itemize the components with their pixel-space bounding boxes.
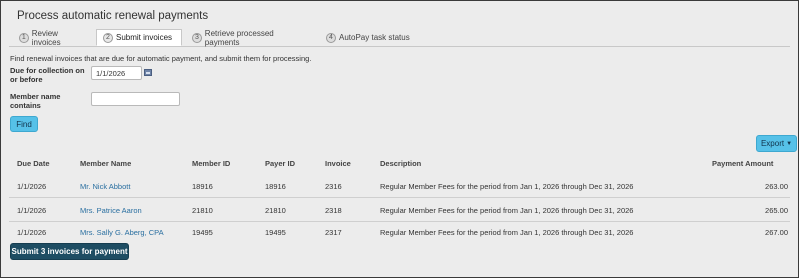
submit-button-label: Submit 3 invoices for payment (11, 247, 128, 256)
column-header-invoice: Invoice (325, 159, 351, 168)
member-name-label-line1: Member name (10, 92, 61, 101)
tab-label: Retrieve processed payments (204, 28, 274, 47)
find-button[interactable]: Find (10, 116, 38, 132)
column-header-payer-id: Payer ID (265, 159, 296, 168)
due-date-cell: 1/1/2026 (17, 182, 47, 191)
step-number-badge: 1 (19, 32, 29, 43)
due-date-cell: 1/1/2026 (17, 228, 47, 237)
description-cell: Regular Member Fees for the period from … (380, 228, 634, 237)
member-id-cell: 18916 (192, 182, 213, 191)
table-row: 1/1/2026 Mr. Nick Abbott 18916 18916 231… (9, 174, 790, 198)
step-number-badge: 2 (103, 32, 113, 43)
payment-amount-cell: 265.00 (765, 206, 788, 215)
tab-review-invoices[interactable]: 1 Review invoices (13, 28, 93, 47)
page-frame: Process automatic renewal payments 1 Rev… (0, 0, 799, 278)
table-row: 1/1/2026 Mrs. Patrice Aaron 21810 21810 … (9, 198, 790, 222)
due-date-label-line2: or before (10, 75, 43, 84)
member-name-link[interactable]: Mrs. Patrice Aaron (80, 206, 142, 215)
invoice-cell: 2317 (325, 228, 342, 237)
tab-label: Submit invoices (116, 33, 173, 42)
member-name-input[interactable] (91, 92, 180, 106)
payment-amount-cell: 267.00 (765, 228, 788, 237)
calendar-icon[interactable] (144, 69, 152, 76)
tab-bar: 1 Review invoices 2 Submit invoices 3 Re… (9, 29, 790, 47)
tab-label: AutoPay task status (339, 33, 410, 42)
step-number-badge: 4 (326, 32, 336, 43)
description-cell: Regular Member Fees for the period from … (380, 206, 634, 215)
column-header-description: Description (380, 159, 422, 168)
tab-autopay-task-status[interactable]: 4 AutoPay task status (320, 29, 416, 46)
member-name-label: Member name contains (10, 92, 60, 110)
payer-id-cell: 19495 (265, 228, 286, 237)
tab-label: Review invoices (31, 28, 61, 47)
description-cell: Regular Member Fees for the period from … (380, 182, 634, 191)
column-header-due-date: Due Date (17, 159, 50, 168)
column-header-payment-amount: Payment Amount (712, 159, 774, 168)
step-number-badge: 3 (192, 32, 202, 43)
tab-retrieve-processed-payments[interactable]: 3 Retrieve processed payments (186, 28, 314, 47)
invoice-cell: 2318 (325, 206, 342, 215)
member-name-link[interactable]: Mrs. Sally G. Aberg, CPA (80, 228, 164, 237)
find-button-label: Find (16, 119, 32, 129)
payer-id-cell: 21810 (265, 206, 286, 215)
member-id-cell: 19495 (192, 228, 213, 237)
member-name-label-line2: contains (10, 101, 41, 110)
submit-invoices-button[interactable]: Submit 3 invoices for payment (10, 243, 129, 260)
table-row: 1/1/2026 Mrs. Sally G. Aberg, CPA 19495 … (9, 220, 790, 244)
invoice-cell: 2316 (325, 182, 342, 191)
caret-down-icon: ▼ (786, 140, 793, 147)
column-header-member-id: Member ID (192, 159, 231, 168)
export-button-label: Export (760, 139, 785, 148)
payment-amount-cell: 263.00 (765, 182, 788, 191)
tab-submit-invoices[interactable]: 2 Submit invoices (96, 29, 182, 46)
due-date-label-line1: Due for collection on (10, 66, 85, 75)
due-date-input[interactable] (91, 66, 142, 80)
member-name-link[interactable]: Mr. Nick Abbott (80, 182, 130, 191)
export-button[interactable]: Export ▼ (756, 135, 797, 152)
payer-id-cell: 18916 (265, 182, 286, 191)
page-title: Process automatic renewal payments (17, 10, 209, 22)
column-header-member-name: Member Name (80, 159, 132, 168)
member-id-cell: 21810 (192, 206, 213, 215)
due-date-cell: 1/1/2026 (17, 206, 47, 215)
due-date-label: Due for collection on or before (10, 66, 85, 84)
intro-text: Find renewal invoices that are due for a… (10, 54, 312, 63)
